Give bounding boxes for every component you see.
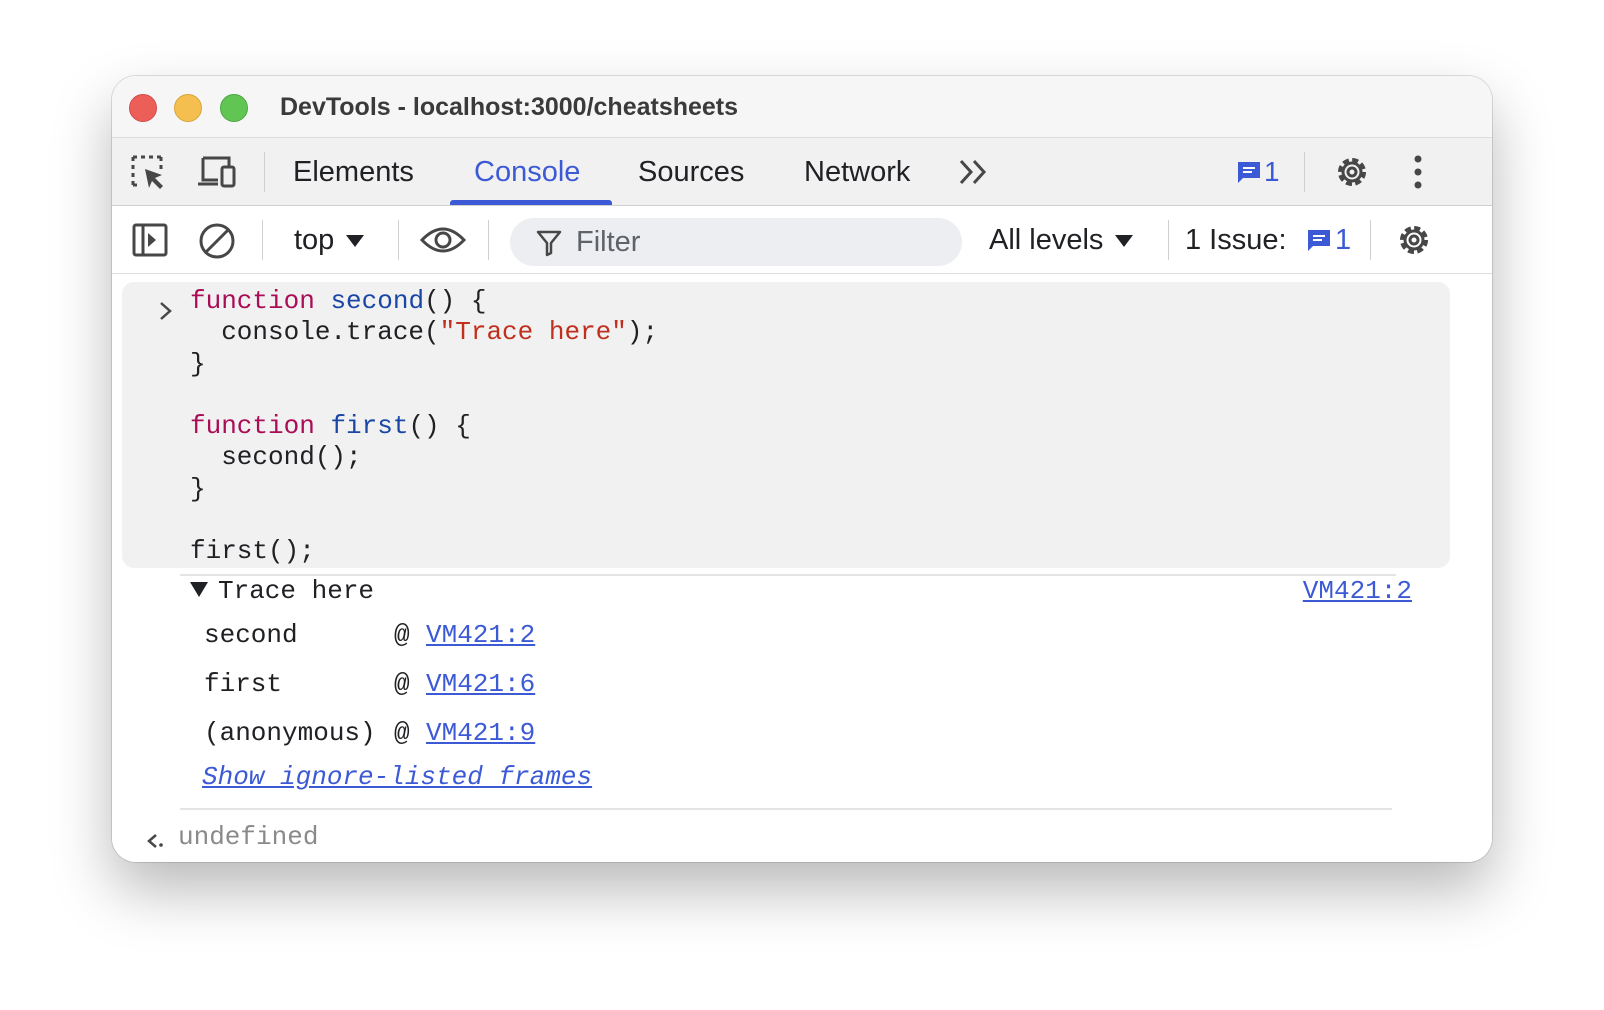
log-levels-label: All levels	[989, 224, 1104, 256]
code-line: first();	[190, 536, 658, 567]
input-prompt-chevron-icon	[158, 300, 174, 327]
code-token: second	[330, 286, 425, 316]
clear-console-icon[interactable]	[198, 222, 236, 265]
toolbar-divider	[1370, 220, 1371, 260]
tab-elements[interactable]: Elements	[293, 156, 414, 189]
device-toolbar-icon[interactable]	[196, 154, 238, 197]
code-line: console.trace("Trace here");	[190, 317, 658, 348]
title-bar: DevTools - localhost:3000/cheatsheets	[112, 76, 1492, 138]
active-tab-indicator	[450, 200, 612, 205]
trace-message[interactable]: Trace here	[190, 576, 374, 606]
code-token: );	[626, 317, 659, 348]
code-token: }	[190, 348, 206, 379]
trace-message-text: Trace here	[218, 576, 375, 606]
filter-placeholder: Filter	[576, 226, 641, 258]
code-token: () {	[408, 411, 471, 442]
tab-sources[interactable]: Sources	[638, 156, 744, 189]
more-options-icon[interactable]	[1412, 152, 1424, 197]
minimize-window-button[interactable]	[174, 94, 202, 122]
console-toolbar: top Filter All levels 1 Issue: 1	[112, 206, 1492, 274]
stack-frame-link[interactable]: VM421:9	[426, 718, 535, 748]
messages-count[interactable]: 1	[1264, 156, 1280, 188]
code-token: first();	[190, 536, 315, 567]
console-settings-gear-icon[interactable]	[1394, 220, 1434, 265]
main-tab-toolbar: Elements Console Sources Network 1	[112, 138, 1492, 206]
stack-frame-function: second	[204, 620, 298, 650]
issues-icon[interactable]	[1306, 228, 1332, 259]
code-token: second();	[190, 442, 362, 473]
messages-icon[interactable]	[1236, 160, 1262, 191]
code-line: second();	[190, 442, 658, 473]
stack-frame-function: first	[204, 669, 283, 699]
stack-frame-link[interactable]: VM421:6	[426, 669, 535, 699]
code-line: }	[190, 349, 658, 380]
console-input-block[interactable]: function second() { console.trace("Trace…	[122, 282, 1450, 568]
toolbar-divider	[488, 220, 489, 260]
code-line: }	[190, 474, 658, 505]
code-token: "Trace here"	[439, 317, 627, 348]
live-expression-eye-icon[interactable]	[419, 224, 467, 261]
stack-frame-at: @	[394, 669, 410, 699]
code-token: }	[190, 473, 206, 504]
console-panel[interactable]: function second() { console.trace("Trace…	[112, 274, 1492, 862]
zoom-window-button[interactable]	[220, 94, 248, 122]
inspect-element-icon[interactable]	[130, 154, 168, 197]
stack-frame-at: @	[394, 718, 410, 748]
result-value: undefined	[178, 822, 319, 852]
trace-source-link[interactable]: VM421:2	[1303, 576, 1412, 606]
code-snippet: function second() { console.trace("Trace…	[190, 286, 658, 568]
toolbar-divider	[262, 220, 263, 260]
more-tabs-icon[interactable]	[958, 158, 990, 191]
context-selector[interactable]: top	[294, 224, 365, 257]
code-token: () {	[424, 286, 487, 316]
stack-frame-link[interactable]: VM421:2	[426, 620, 535, 650]
show-ignore-listed-frames-link[interactable]: Show ignore-listed frames	[202, 762, 592, 792]
log-levels-dropdown[interactable]: All levels	[989, 224, 1134, 257]
code-token: first	[330, 411, 409, 442]
settings-gear-icon[interactable]	[1332, 152, 1372, 197]
toolbar-divider	[1168, 220, 1169, 260]
filter-input[interactable]: Filter	[510, 218, 962, 266]
issues-label[interactable]: 1 Issue:	[1185, 224, 1287, 257]
dropdown-caret-icon	[346, 235, 365, 248]
filter-funnel-icon	[536, 229, 562, 262]
expand-triangle-icon[interactable]	[190, 581, 208, 597]
code-line: function first() {	[190, 411, 658, 442]
sidebar-toggle-icon[interactable]	[132, 222, 168, 263]
tab-network[interactable]: Network	[804, 156, 910, 189]
stack-frame-at: @	[394, 620, 410, 650]
stack-frame-function: (anonymous)	[204, 718, 376, 748]
dropdown-caret-icon	[1115, 235, 1134, 248]
code-token: console.trace(	[190, 317, 440, 348]
message-divider	[180, 808, 1392, 810]
toolbar-divider	[264, 152, 265, 192]
devtools-window: DevTools - localhost:3000/cheatsheets El…	[112, 76, 1492, 862]
code-line: function second() {	[190, 286, 658, 317]
close-window-button[interactable]	[129, 94, 157, 122]
result-return-arrow-icon	[146, 832, 166, 855]
code-token: function	[190, 286, 315, 316]
issues-count[interactable]: 1	[1335, 224, 1351, 257]
window-title: DevTools - localhost:3000/cheatsheets	[280, 93, 739, 121]
toolbar-divider	[398, 220, 399, 260]
code-token: function	[190, 411, 315, 442]
context-label: top	[294, 224, 335, 256]
toolbar-divider	[1304, 152, 1305, 192]
tab-console[interactable]: Console	[474, 156, 580, 189]
